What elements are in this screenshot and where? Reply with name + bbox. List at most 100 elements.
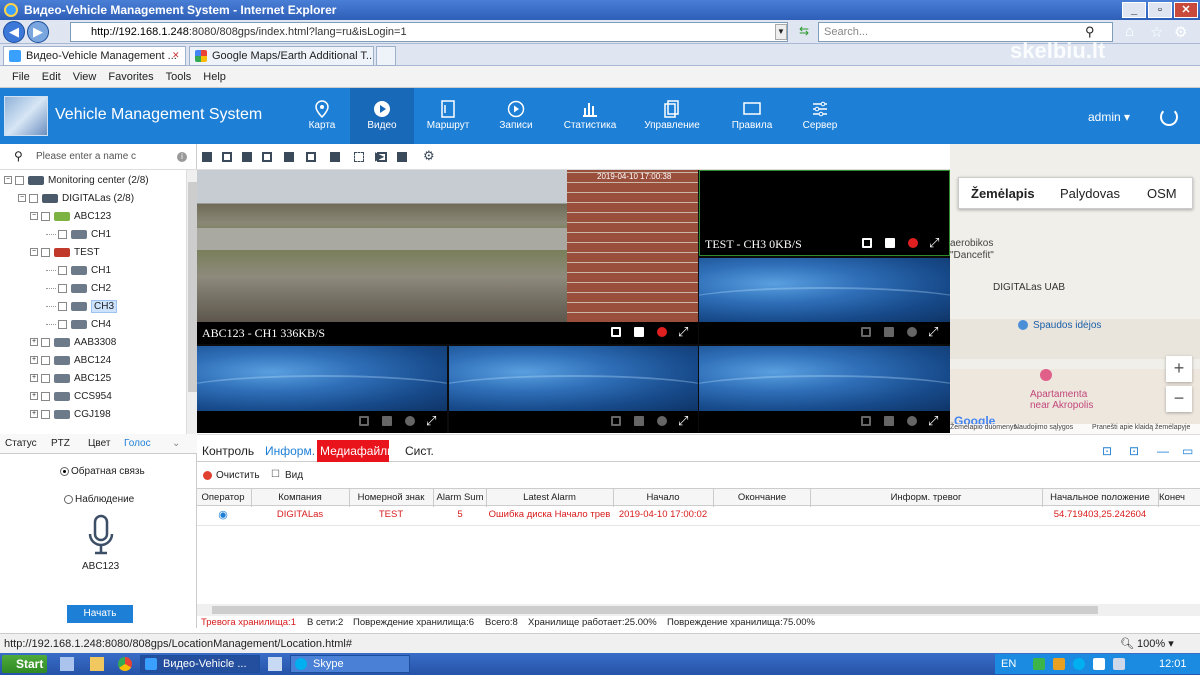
tree-node[interactable]: + ABC124: [30, 352, 111, 370]
tree-node[interactable]: + AAB3308: [30, 334, 116, 352]
tab-system[interactable]: Сист.: [405, 444, 434, 458]
layout-10-icon[interactable]: [306, 152, 316, 162]
tree-checkbox[interactable]: [41, 409, 50, 419]
folder-icon[interactable]: [90, 657, 104, 671]
col-operator[interactable]: Оператор: [197, 492, 249, 503]
monitor-option[interactable]: Наблюдение: [64, 494, 134, 505]
expand-toggle-icon[interactable]: +: [30, 338, 38, 347]
tab-color[interactable]: Цвет: [88, 438, 110, 449]
clear-button[interactable]: Очистить: [216, 470, 260, 481]
chrome-icon[interactable]: [118, 657, 132, 671]
fullscreen-icon[interactable]: [354, 152, 364, 162]
zoom-in-button[interactable]: +: [1166, 356, 1192, 382]
skype-icon[interactable]: [1073, 658, 1085, 670]
menu-file[interactable]: File: [12, 71, 30, 83]
view-button[interactable]: Вид: [285, 470, 303, 481]
tree-checkbox[interactable]: [41, 373, 50, 383]
col-end[interactable]: Окончание: [714, 492, 810, 503]
table-row[interactable]: ◉ DIGITALas TEST 5 Ошибка диска Начало т…: [197, 506, 1200, 526]
mute-icon[interactable]: [405, 416, 415, 426]
tree-checkbox[interactable]: [29, 193, 38, 203]
map-tab-satellite[interactable]: Palydovas: [1060, 186, 1120, 201]
new-tab-button[interactable]: [376, 46, 396, 66]
col-start[interactable]: Начало: [614, 492, 712, 503]
tree-node[interactable]: CH3: [46, 298, 118, 316]
tree-node[interactable]: + CCS954: [30, 388, 112, 406]
menu-view[interactable]: View: [73, 71, 97, 83]
eye-icon[interactable]: ◉: [197, 508, 249, 521]
stop-icon[interactable]: [884, 327, 894, 337]
tree-node[interactable]: CH1: [46, 262, 111, 280]
language-indicator[interactable]: EN: [1001, 654, 1016, 674]
tab-voice[interactable]: Голос: [124, 438, 151, 449]
close-window-button[interactable]: ✕: [1174, 2, 1198, 18]
radio-monitor[interactable]: [64, 494, 73, 504]
play-all-icon[interactable]: ▶: [375, 149, 384, 163]
chevron-down-icon[interactable]: ⌄: [172, 438, 180, 449]
maximize-icon[interactable]: ⤢: [929, 235, 939, 251]
tree-checkbox[interactable]: [58, 229, 67, 239]
tab-status[interactable]: Статус: [5, 438, 37, 449]
address-dropdown-icon[interactable]: ▼: [775, 24, 787, 40]
network-icon[interactable]: [1113, 658, 1125, 670]
mute-icon[interactable]: [907, 416, 917, 426]
expand-toggle-icon[interactable]: −: [18, 194, 26, 203]
expand-toggle-icon[interactable]: +: [30, 374, 38, 383]
shop-pin-icon[interactable]: [1040, 369, 1052, 381]
tab-google-maps[interactable]: Google Maps/Earth Additional T...: [189, 46, 374, 66]
snapshot-icon[interactable]: [611, 327, 621, 337]
taskbar-skype-window[interactable]: Skype: [290, 655, 410, 673]
tray-app-icon[interactable]: [1053, 658, 1065, 670]
talkback-option[interactable]: Обратная связь: [60, 466, 145, 477]
show-desktop-icon[interactable]: [60, 657, 74, 671]
app-icon[interactable]: [268, 657, 282, 671]
terms-link[interactable]: Naudojimo sąlygos: [1014, 424, 1073, 431]
layout-8-icon[interactable]: [262, 152, 272, 162]
address-input[interactable]: http://192.168.1.248:8080/808gps/index.h…: [70, 22, 788, 42]
status-damage-pct[interactable]: Повреждение хранилища:75.00%: [667, 617, 815, 628]
stop-all-icon[interactable]: [397, 152, 407, 162]
volume-icon[interactable]: [1093, 658, 1105, 670]
tree-checkbox[interactable]: [58, 283, 67, 293]
col-end-position[interactable]: Конеч: [1159, 492, 1200, 503]
back-button[interactable]: ◀: [3, 21, 25, 43]
tree-checkbox[interactable]: [58, 319, 67, 329]
nav-server[interactable]: Сервер: [788, 88, 852, 144]
tree-node[interactable]: CH4: [46, 316, 111, 334]
menu-tools[interactable]: Tools: [166, 71, 192, 83]
expand-toggle-icon[interactable]: +: [30, 356, 38, 365]
tab-info[interactable]: Информ.: [265, 444, 315, 458]
table-hscrollbar[interactable]: [197, 604, 1200, 616]
tray-app-icon[interactable]: [1033, 658, 1045, 670]
nav-route[interactable]: Маршрут: [416, 88, 480, 144]
maximize-icon[interactable]: ⤢: [678, 413, 688, 429]
status-alarm[interactable]: Тревога хранилища:1: [201, 617, 296, 628]
layout-1-icon[interactable]: [202, 152, 212, 162]
expand-toggle-icon[interactable]: +: [30, 392, 38, 401]
start-button[interactable]: Start: [2, 655, 47, 673]
mute-icon[interactable]: [908, 238, 918, 248]
favorites-icon[interactable]: ☆: [1150, 23, 1163, 41]
tab-media[interactable]: Медиафайлы: [317, 440, 389, 462]
tree-node[interactable]: − TEST: [30, 244, 100, 262]
mute-icon[interactable]: [907, 327, 917, 337]
nav-map[interactable]: Карта: [290, 88, 354, 144]
stop-icon[interactable]: [634, 416, 644, 426]
snapshot-icon[interactable]: [861, 327, 871, 337]
scroll-thumb[interactable]: [188, 182, 197, 392]
tree-node[interactable]: + CGJ198: [30, 406, 111, 424]
tree-checkbox[interactable]: [41, 391, 50, 401]
tree-node[interactable]: − Monitoring center (2/8): [4, 172, 149, 190]
video-cell-main[interactable]: 2019-04-10 17:00:38 ABC123 - CH1 336KB/S…: [197, 170, 698, 344]
col-plate[interactable]: Номерной знак: [350, 492, 432, 503]
user-menu[interactable]: admin ▾: [1088, 110, 1130, 124]
nav-records[interactable]: Записи: [484, 88, 548, 144]
tree-scrollbar[interactable]: [186, 170, 197, 434]
forward-button[interactable]: ▶: [27, 21, 49, 43]
tab-video[interactable]: Видео-Vehicle Management ...: [3, 46, 186, 66]
map-tab-osm[interactable]: OSM: [1147, 186, 1177, 201]
tab-close-icon[interactable]: ✕: [172, 50, 180, 61]
mute-icon[interactable]: [657, 416, 667, 426]
tab-control[interactable]: Контроль: [202, 444, 254, 458]
map-tab-map[interactable]: Žemėlapis: [971, 186, 1035, 201]
